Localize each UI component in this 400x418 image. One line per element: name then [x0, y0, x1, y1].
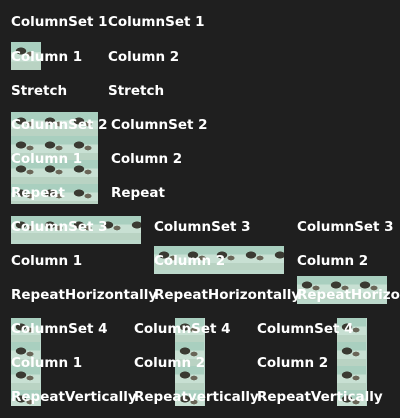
column-label: Column 2 [154, 253, 226, 269]
column-label: Column 1 [11, 49, 83, 65]
column-label: Column 2 [111, 151, 183, 167]
fill-mode-label: RepeatHorizontally [154, 287, 301, 303]
columnset-title: ColumnSet 1 [108, 14, 205, 30]
columnset-title: ColumnSet 3 [11, 219, 108, 235]
column-label: Column 1 [11, 253, 83, 269]
fill-mode-label: Repeatvertically [134, 389, 259, 405]
fill-mode-label: Repeat [111, 185, 165, 201]
fill-mode-label: Repeat [11, 185, 65, 201]
fill-mode-label: RepeatVertically [257, 389, 383, 405]
fill-mode-label: RepeatHorizo [297, 287, 400, 303]
column-label: Column 2 [297, 253, 369, 269]
column-label: Column 2 [134, 355, 206, 371]
columnset-title: ColumnSet 4 [11, 321, 108, 337]
fill-mode-label: Stretch [108, 83, 165, 99]
columnset-title: ColumnSet 1 [11, 14, 108, 30]
columnset-title: ColumnSet 2 [11, 117, 108, 133]
columnset-title: ColumnSet 3 [297, 219, 394, 235]
column-label: Column 2 [257, 355, 329, 371]
columnset-title: ColumnSet 4 [134, 321, 231, 337]
columnset-title: ColumnSet 4 [257, 321, 354, 337]
column-label: Column 2 [108, 49, 180, 65]
columnset-title: ColumnSet 3 [154, 219, 251, 235]
fill-mode-label: RepeatVertically [11, 389, 137, 405]
fill-mode-label: RepeatHorizontally [11, 287, 158, 303]
columnset-title: ColumnSet 2 [111, 117, 208, 133]
fill-mode-label: Stretch [11, 83, 68, 99]
column-label: Column 1 [11, 355, 83, 371]
column-label: Column 1 [11, 151, 83, 167]
